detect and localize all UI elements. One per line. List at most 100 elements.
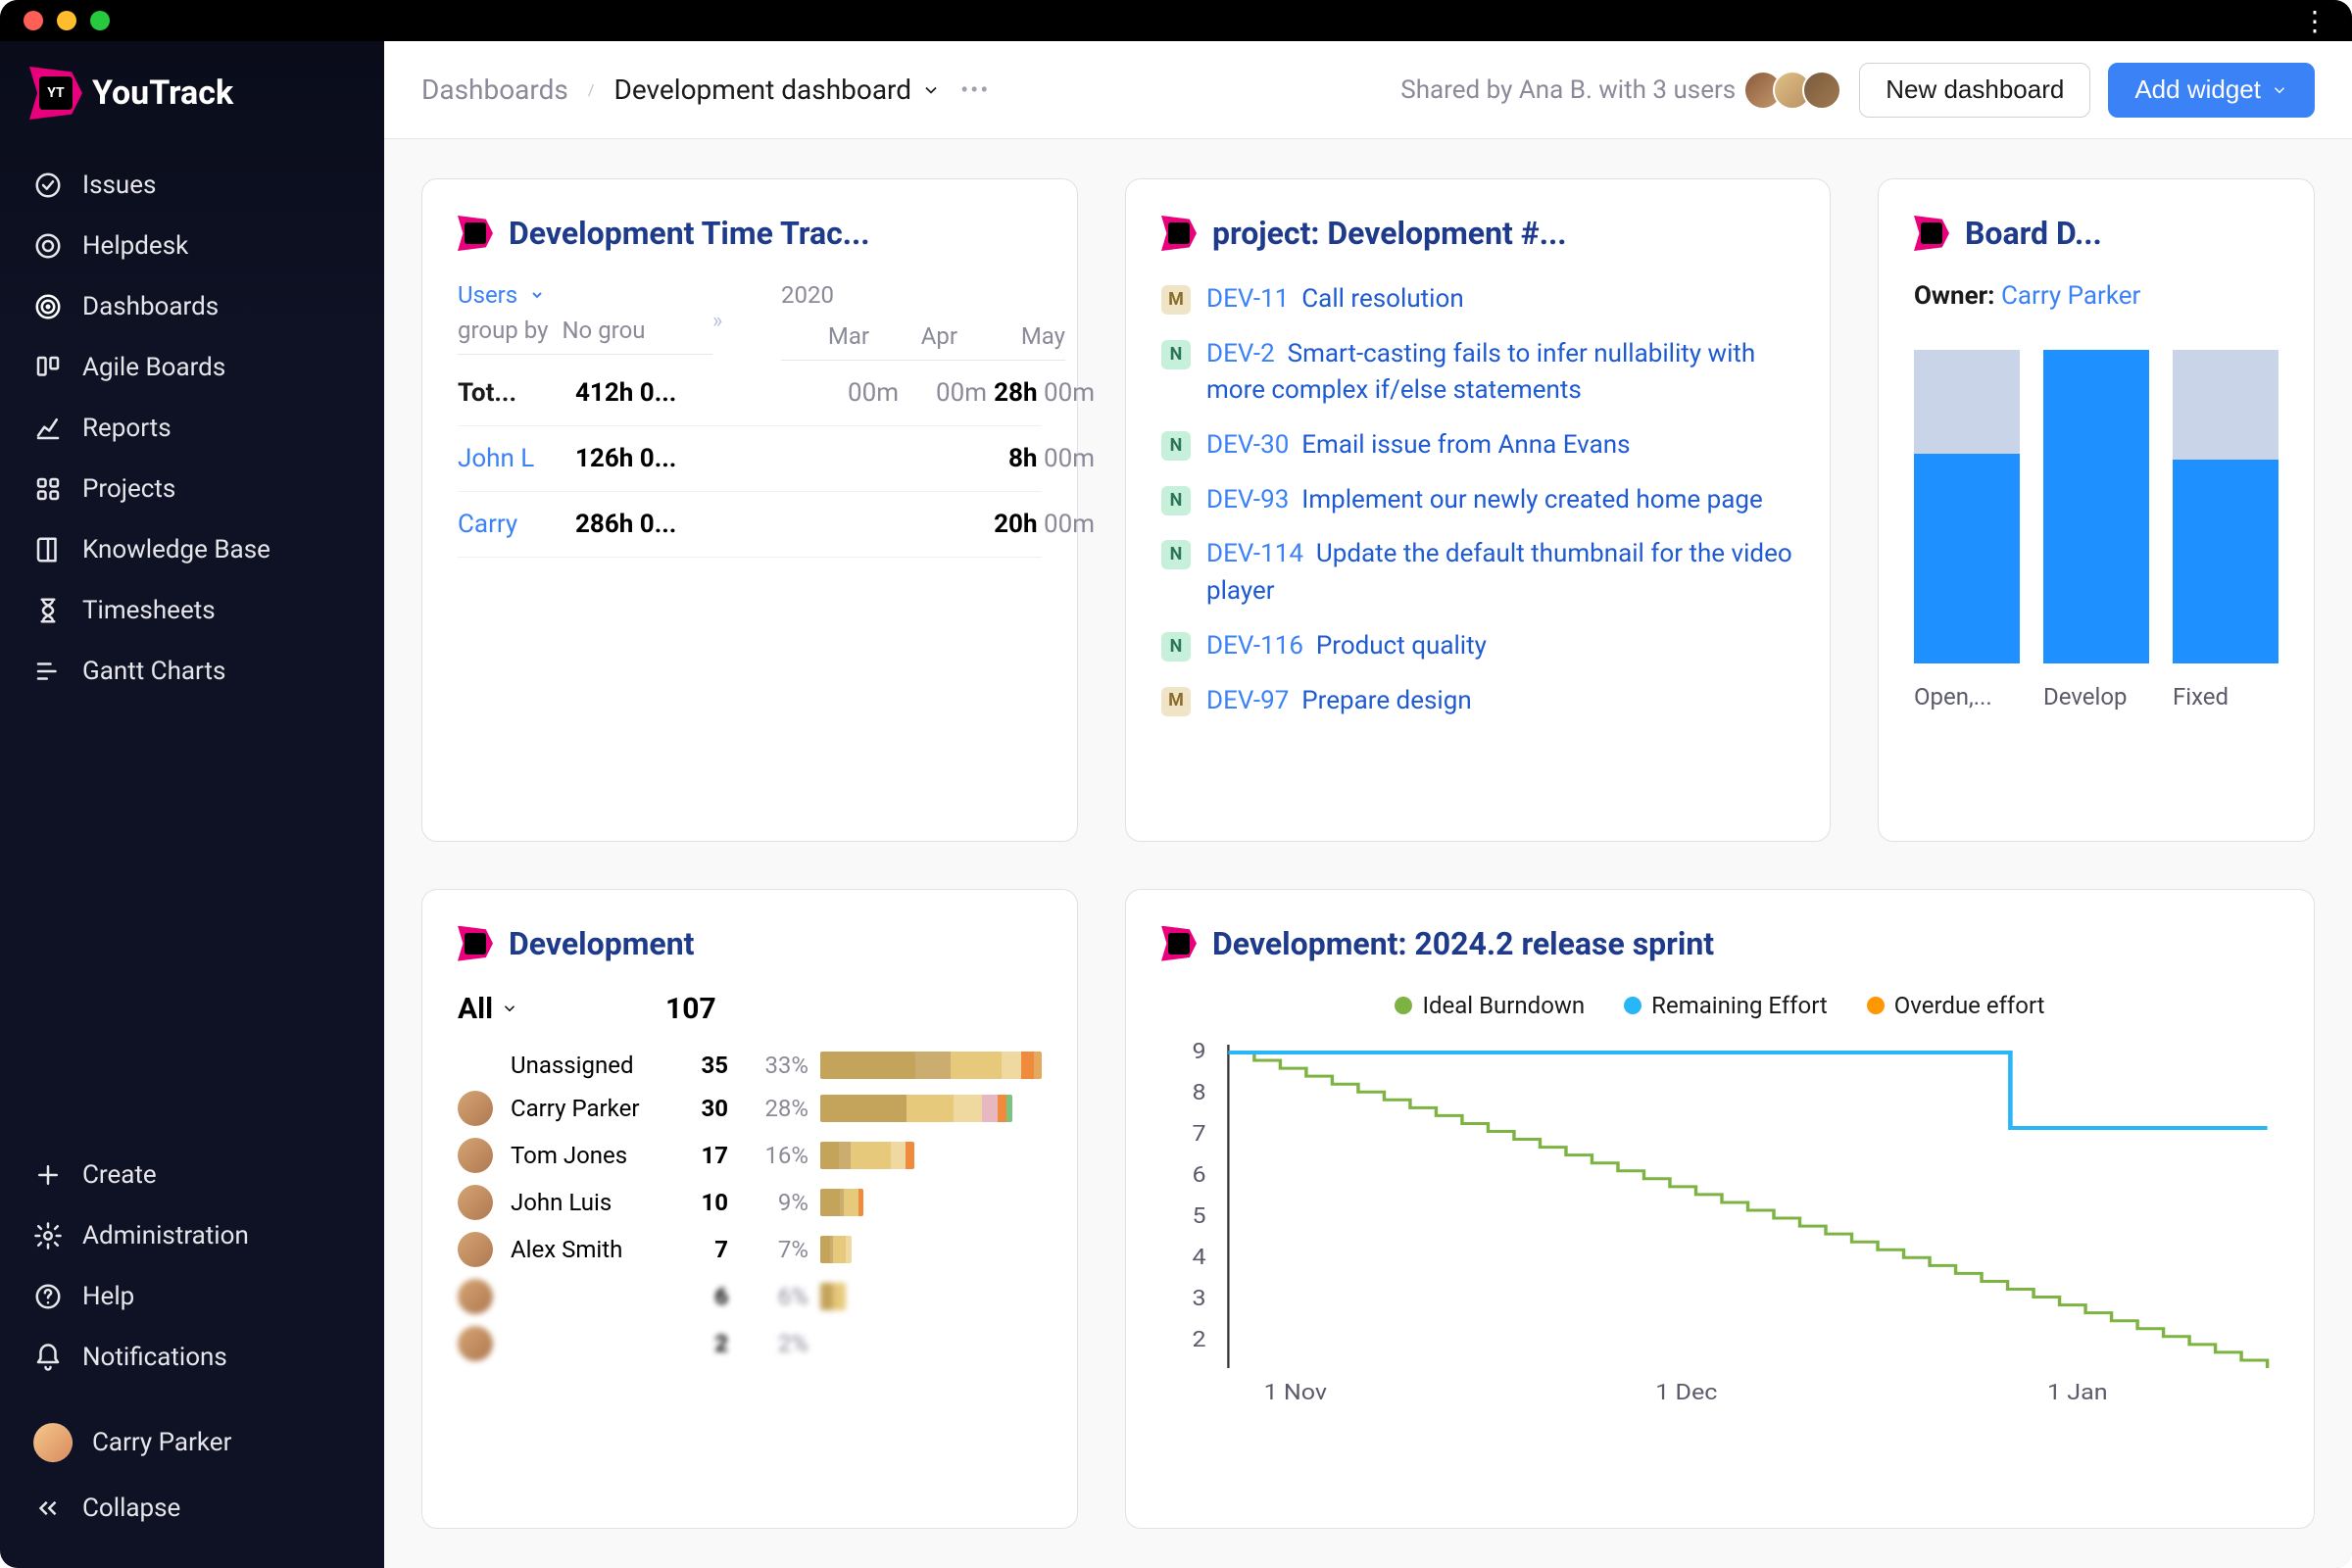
sidebar-item-create[interactable]: Create [0,1145,384,1205]
nav-main: IssuesHelpdeskDashboardsAgile BoardsRepo… [0,145,384,711]
sidebar-item-label: Help [82,1282,134,1311]
issue-id[interactable]: DEV-11 [1206,284,1289,314]
issue-title[interactable]: Implement our newly created home page [1301,485,1763,514]
legend-dot-icon [1624,997,1642,1014]
close-window-button[interactable] [24,11,43,30]
row-cell: 20h 00m [987,510,1095,539]
issue-list: MDEV-11 Call resolution NDEV-2 Smart-cast… [1161,281,1794,719]
issue-id[interactable]: DEV-114 [1206,539,1303,568]
collapse-sidebar-button[interactable]: Collapse [0,1478,384,1539]
assignee-row[interactable]: Alex Smith77% [458,1226,1042,1273]
assignee-row[interactable]: 22% [458,1320,1042,1367]
board-bar-chart [1914,350,2278,663]
app-logo[interactable]: YT YouTrack [0,71,384,145]
issue-title[interactable]: Smart-casting fails to infer nullability… [1206,339,1755,406]
issue-title[interactable]: Email issue from Anna Evans [1301,430,1630,460]
owner-label: Owner: [1914,281,1994,311]
sidebar-item-issues[interactable]: Issues [0,155,384,216]
assignee-pct: 7% [740,1236,808,1263]
row-name[interactable]: John L [458,444,575,473]
row-cell: 00m [810,378,899,408]
expand-columns-button[interactable]: » [712,309,781,333]
issue-id[interactable]: DEV-2 [1206,339,1275,368]
assignee-row[interactable]: Carry Parker3028% [458,1085,1042,1132]
svg-text:4: 4 [1192,1244,1205,1269]
chevron-down-icon [921,80,941,100]
sidebar-item-gantt-charts[interactable]: Gantt Charts [0,641,384,702]
avatar-stack[interactable] [1753,71,1841,110]
app-window: ⋮ YT YouTrack IssuesHelpdeskDashboardsAg… [0,0,2352,1568]
sidebar-user[interactable]: Carry Parker [0,1407,384,1478]
issue-row[interactable]: NDEV-116 Product quality [1161,628,1794,665]
avatar-icon [458,1185,493,1220]
avatar-icon [458,1232,493,1267]
bar-column [1914,350,2020,663]
year-label: 2020 [781,281,1065,309]
widget-issue-list: project: Development #... MDEV-11 Call r… [1125,178,1831,842]
sidebar-item-dashboards[interactable]: Dashboards [0,276,384,337]
maximize-window-button[interactable] [90,11,110,30]
assignee-row[interactable]: John Luis109% [458,1179,1042,1226]
legend-item: Ideal Burndown [1395,992,1585,1019]
breadcrumb-current[interactable]: Development dashboard [613,74,941,106]
issue-row[interactable]: NDEV-93 Implement our newly created home… [1161,482,1794,519]
sidebar-item-helpdesk[interactable]: Helpdesk [0,216,384,276]
sidebar-item-timesheets[interactable]: Timesheets [0,580,384,641]
assignee-row[interactable]: 66% [458,1273,1042,1320]
new-dashboard-button[interactable]: New dashboard [1859,63,2090,118]
add-widget-label: Add widget [2134,74,2261,105]
sidebar-item-notifications[interactable]: Notifications [0,1327,384,1388]
kanban-icon [33,353,63,382]
users-filter[interactable]: Users [458,281,712,309]
issue-row[interactable]: NDEV-114 Update the default thumbnail fo… [1161,536,1794,610]
issue-title[interactable]: Prepare design [1301,686,1471,715]
assignee-row[interactable]: Tom Jones1716% [458,1132,1042,1179]
chevron-down-icon [2271,81,2288,99]
issue-title[interactable]: Product quality [1316,631,1487,661]
row-hours: 412h 0... [575,378,742,408]
sidebar-item-administration[interactable]: Administration [0,1205,384,1266]
avatar-icon [458,1138,493,1173]
nav-user: Carry Parker Collapse [0,1397,384,1548]
issue-title[interactable]: Call resolution [1301,284,1463,314]
sidebar-item-reports[interactable]: Reports [0,398,384,459]
issue-row[interactable]: NDEV-30 Email issue from Anna Evans [1161,427,1794,465]
issue-row[interactable]: MDEV-11 Call resolution [1161,281,1794,318]
assignee-header: All 107 [458,992,1042,1026]
nav-footer: CreateAdministration Help Notifications [0,1135,384,1397]
total-count: 107 [665,992,716,1026]
issue-id[interactable]: DEV-93 [1206,485,1289,514]
add-widget-button[interactable]: Add widget [2108,63,2315,118]
svg-text:1 Dec: 1 Dec [1655,1379,1717,1404]
target-icon [33,292,63,321]
no-group-value[interactable]: No grou [562,317,645,344]
chevron-down-icon [501,1000,518,1017]
avatar-icon [458,1279,493,1314]
sidebar-item-agile-boards[interactable]: Agile Boards [0,337,384,398]
youtrack-widget-icon [1161,926,1197,961]
minimize-window-button[interactable] [57,11,76,30]
more-horizontal-icon[interactable]: ••• [960,76,990,104]
assignee-row[interactable]: Unassigned3533% [458,1046,1042,1085]
sidebar-item-help[interactable]: Help [0,1266,384,1327]
bar-label: Open,... [1914,683,2020,710]
issue-id[interactable]: DEV-116 [1206,631,1303,661]
row-name: Tot... [458,378,575,408]
sidebar-item-projects[interactable]: Projects [0,459,384,519]
assignee-pct: 2% [740,1330,808,1357]
all-filter[interactable]: All [458,992,518,1026]
issue-id[interactable]: DEV-30 [1206,430,1289,460]
widget-time-tracking: Development Time Trac... Users group by [421,178,1078,842]
issue-row[interactable]: MDEV-97 Prepare design [1161,683,1794,720]
bar-label: Develop [2043,683,2149,710]
assignee-pct: 6% [740,1283,808,1310]
breadcrumb-root[interactable]: Dashboards [421,74,568,106]
row-name[interactable]: Carry [458,510,575,539]
issue-id[interactable]: DEV-97 [1206,686,1289,715]
issue-row[interactable]: NDEV-2 Smart-casting fails to infer null… [1161,336,1794,410]
hourglass-icon [33,596,63,625]
more-vertical-icon[interactable]: ⋮ [2301,5,2328,37]
owner-link[interactable]: Carry Parker [2001,281,2140,311]
sidebar-item-knowledge-base[interactable]: Knowledge Base [0,519,384,580]
book-icon [33,535,63,564]
